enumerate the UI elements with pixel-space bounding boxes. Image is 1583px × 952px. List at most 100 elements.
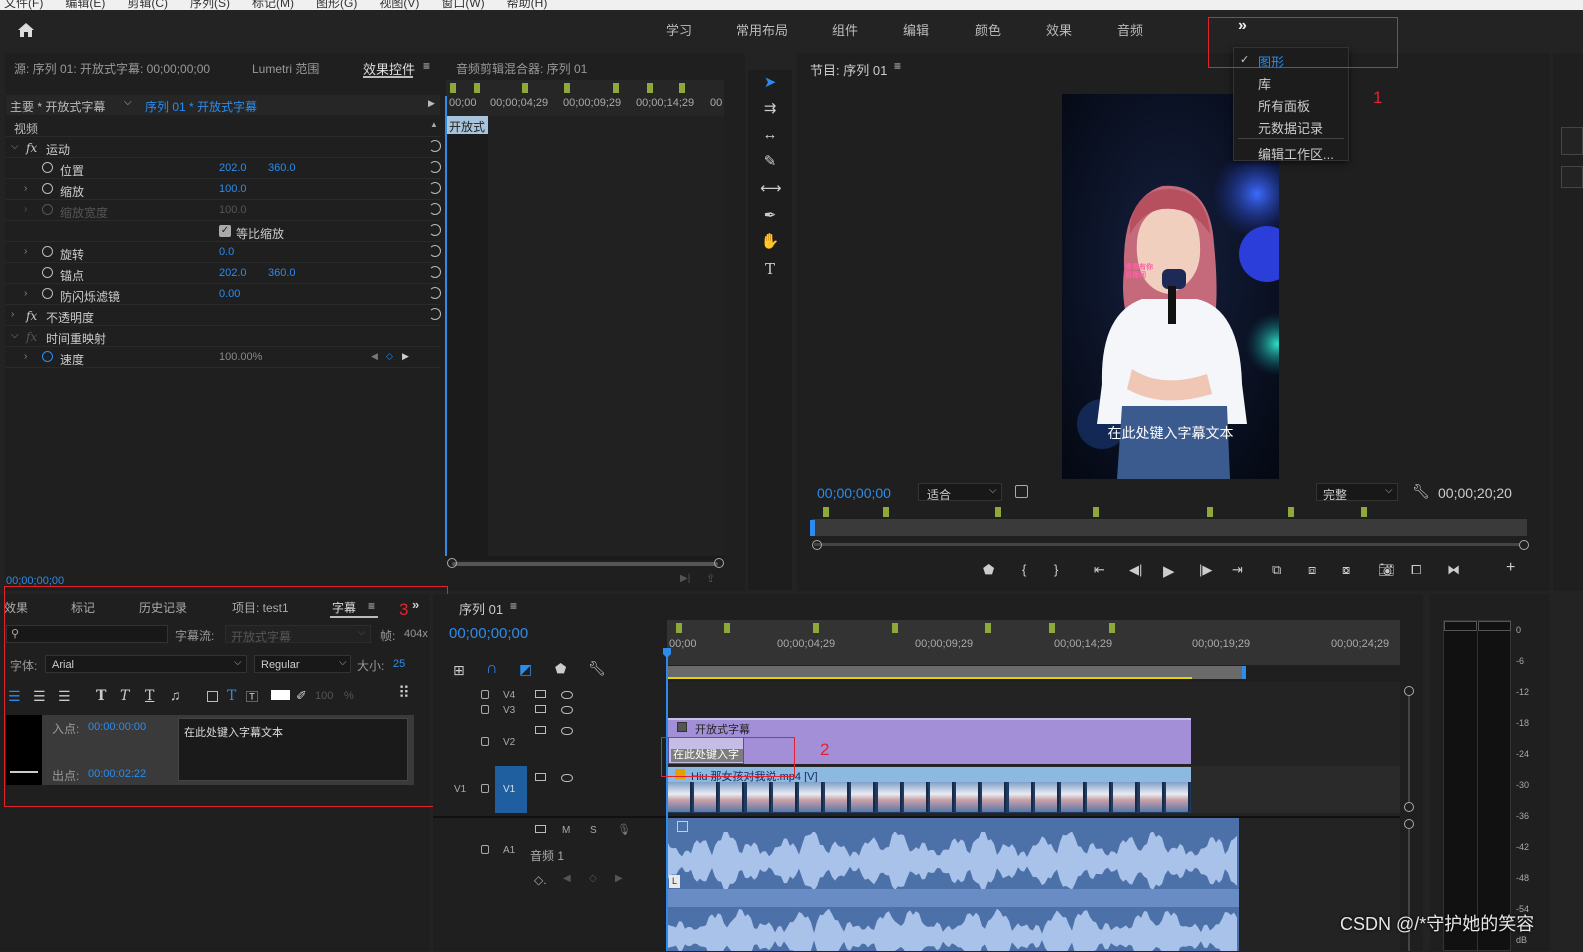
menu-item-all-panels[interactable]: 所有面板 — [1258, 96, 1310, 115]
reset-icon[interactable] — [429, 308, 441, 320]
marker-icon[interactable] — [679, 83, 685, 93]
eye-icon[interactable] — [561, 774, 573, 782]
sync-lock-icon[interactable] — [535, 726, 546, 734]
scroll-handle[interactable] — [1404, 819, 1414, 829]
menu-item-metadata[interactable]: 元数据记录 — [1258, 118, 1323, 137]
tab-source[interactable]: 源: 序列 01: 开放式字幕: 00;00;00;00 — [14, 60, 210, 77]
timeline-title[interactable]: 序列 01 — [459, 599, 503, 618]
workspace-tab-audio[interactable]: 音频 — [1117, 20, 1143, 39]
marker-icon[interactable] — [1361, 507, 1367, 517]
linked-selection-icon[interactable]: ◩ — [519, 661, 532, 678]
add-marker-icon[interactable]: ⬟ — [983, 562, 994, 578]
tab-lumetri[interactable]: Lumetri 范围 — [252, 60, 319, 77]
menu-help[interactable]: 帮助(H) — [507, 0, 548, 10]
fx-icon[interactable]: fx — [26, 141, 37, 155]
zoom-handle-left[interactable] — [447, 558, 457, 568]
menu-item-libraries[interactable]: 库 — [1258, 74, 1271, 93]
marker-icon[interactable] — [1093, 507, 1099, 517]
chevron-right-icon[interactable]: › — [11, 309, 14, 320]
menu-edit[interactable]: 编辑(E) — [65, 0, 105, 10]
lock-icon[interactable] — [481, 784, 489, 793]
menu-window[interactable]: 窗口(W) — [441, 0, 484, 10]
solo-button[interactable]: S — [590, 825, 597, 836]
hand-tool-icon[interactable]: ✋ — [760, 232, 780, 252]
multicam-icon[interactable]: ⧠ — [1411, 562, 1421, 578]
video-scrollbar[interactable] — [1408, 696, 1410, 802]
play-button-icon[interactable]: ▶ — [1163, 562, 1175, 580]
menu-marker[interactable]: 标记(M) — [252, 0, 294, 10]
rotation-value[interactable]: 0.0 — [219, 246, 234, 258]
voiceover-mic-icon[interactable]: 🎙︎ — [617, 823, 631, 836]
menu-graphics[interactable]: 图形(G) — [316, 0, 357, 10]
position-y-value[interactable]: 360.0 — [268, 162, 296, 174]
razor-tool-icon[interactable]: ✎ — [760, 152, 780, 172]
opacity-row[interactable]: › fx 不透明度 — [6, 305, 441, 326]
reset-icon[interactable] — [429, 287, 441, 299]
program-scrub-bar[interactable] — [812, 519, 1527, 536]
wrench-icon[interactable]: 🔧︎ — [1412, 483, 1430, 500]
uniform-scale-checkbox[interactable]: ✓ — [219, 225, 231, 237]
marker-icon[interactable] — [474, 83, 480, 93]
marker-icon[interactable] — [1288, 507, 1294, 517]
speed-value[interactable]: 100.00% — [219, 351, 262, 363]
prev-keyframe-icon[interactable]: ◀ — [371, 351, 378, 362]
add-marker-icon[interactable]: ⬟ — [555, 661, 566, 677]
zoom-handle-right[interactable] — [714, 558, 724, 568]
resolution-dropdown[interactable]: 完整 ⌵ — [1316, 483, 1398, 502]
track-label-v2[interactable]: V2 — [503, 737, 515, 748]
panel-menu-icon[interactable]: ≡ — [894, 59, 901, 73]
lock-icon[interactable] — [481, 737, 489, 746]
reset-icon[interactable] — [429, 224, 441, 236]
menu-item-edit-workspaces[interactable]: 编辑工作区... — [1258, 144, 1334, 163]
work-area-end-handle[interactable] — [1242, 666, 1246, 679]
marker-icon[interactable] — [724, 623, 730, 633]
program-playhead[interactable] — [810, 520, 815, 536]
flicker-value[interactable]: 0.00 — [219, 288, 240, 300]
lock-icon[interactable] — [481, 690, 489, 699]
go-to-in-icon[interactable]: ⇤ — [1094, 562, 1105, 578]
lock-icon[interactable] — [481, 705, 489, 714]
track-target-v1[interactable]: V1 — [495, 766, 527, 813]
play-only-icon[interactable]: ▶ — [428, 98, 435, 109]
workspace-tab-effects[interactable]: 效果 — [1046, 20, 1072, 39]
program-title[interactable]: 节目: 序列 01 — [810, 60, 887, 79]
track-label-v4[interactable]: V4 — [503, 690, 515, 701]
prev-keyframe-icon[interactable]: ◀ — [563, 873, 571, 884]
marker-icon[interactable] — [522, 83, 528, 93]
program-zoom-bar[interactable] — [814, 543, 1520, 546]
marker-icon[interactable] — [647, 83, 653, 93]
zoom-scrollbar[interactable] — [452, 562, 718, 566]
zoom-handle-left[interactable] — [812, 540, 822, 550]
program-timecode[interactable]: 00;00;00;00 — [817, 485, 891, 501]
marker-icon[interactable] — [892, 623, 898, 633]
sync-lock-icon[interactable] — [535, 825, 546, 833]
marker-icon[interactable] — [564, 83, 570, 93]
master-clip-label[interactable]: 主要 * 开放式字幕 — [10, 98, 105, 115]
step-back-icon[interactable]: ◀| — [1129, 562, 1142, 578]
marker-icon[interactable] — [995, 507, 1001, 517]
track-select-tool-icon[interactable]: ⇉ — [760, 99, 780, 119]
eye-icon[interactable] — [561, 706, 573, 714]
stopwatch-icon[interactable] — [42, 246, 53, 257]
scale-value[interactable]: 100.0 — [219, 183, 247, 195]
export-frame-icon[interactable]: 📷︎ — [1378, 562, 1395, 578]
workspace-tab-learn[interactable]: 学习 — [666, 20, 692, 39]
insert-nest-icon[interactable]: ⊞ — [453, 662, 465, 679]
marker-icon[interactable] — [985, 623, 991, 633]
reset-icon[interactable] — [429, 182, 441, 194]
right-panel-control[interactable] — [1561, 166, 1583, 188]
slip-tool-icon[interactable]: ⟷ — [760, 179, 782, 199]
tab-audio-mixer[interactable]: 音频剪辑混合器: 序列 01 — [456, 60, 587, 77]
workspace-tab-color[interactable]: 颜色 — [975, 20, 1001, 39]
filter-icon[interactable]: ▶| — [680, 573, 690, 584]
pen-tool-icon[interactable]: ✒ — [760, 206, 780, 226]
keyframe-icon[interactable]: ◇ — [589, 873, 597, 884]
ripple-edit-tool-icon[interactable]: ↔ — [760, 125, 780, 145]
panel-menu-icon[interactable]: ≡ — [510, 599, 517, 613]
reset-icon[interactable] — [429, 140, 441, 152]
menu-file[interactable]: 文件(F) — [4, 0, 43, 10]
extract-icon[interactable]: ⧈ — [1308, 562, 1316, 578]
track-label-a1[interactable]: A1 — [503, 845, 515, 856]
sequence-clip-label[interactable]: 序列 01 * 开放式字幕 — [145, 98, 257, 115]
scroll-handle[interactable] — [1404, 802, 1414, 812]
